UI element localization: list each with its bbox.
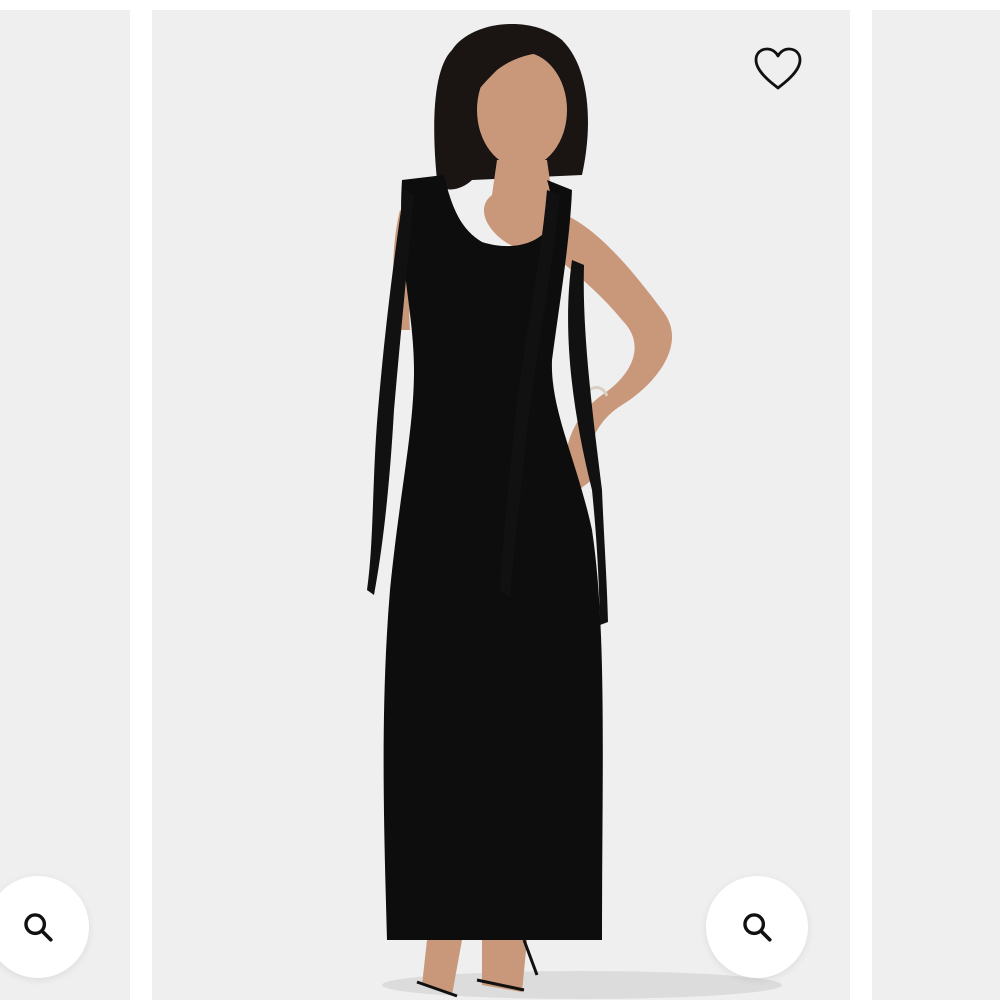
- product-image-carousel: [0, 0, 1000, 1000]
- model-black-maxi-dress-image: [367, 23, 782, 999]
- zoom-button[interactable]: [706, 876, 808, 978]
- zoom-button-previous[interactable]: [0, 876, 89, 978]
- magnifier-icon: [743, 913, 772, 942]
- previous-slide[interactable]: [0, 10, 130, 1000]
- magnifier-icon: [24, 913, 53, 942]
- wishlist-button[interactable]: [750, 44, 806, 94]
- current-slide[interactable]: [152, 10, 850, 1000]
- next-slide[interactable]: [872, 10, 1000, 1000]
- product-photo: [152, 10, 850, 1000]
- heart-outline-icon: [754, 47, 802, 90]
